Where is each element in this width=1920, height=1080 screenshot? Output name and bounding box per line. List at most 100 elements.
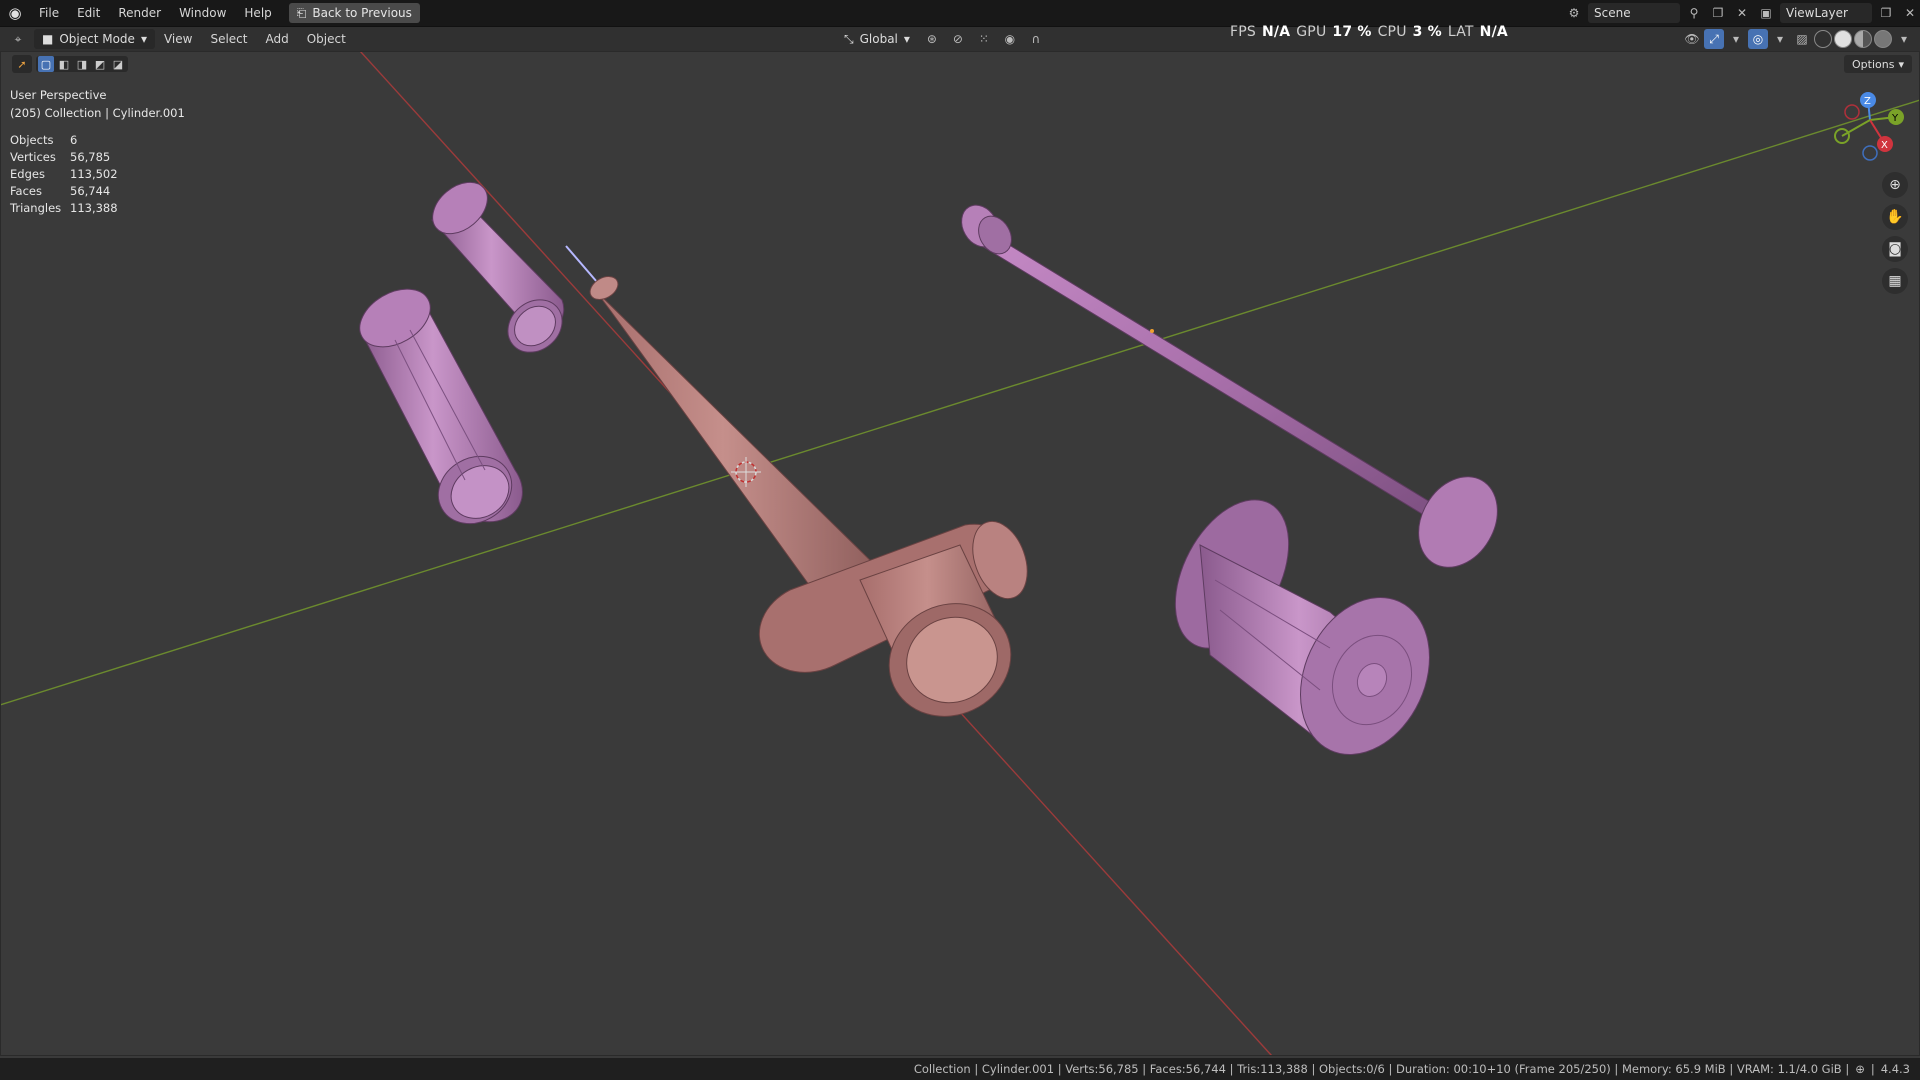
gpu-value: 17 %: [1332, 24, 1372, 40]
camera-view-icon[interactable]: ◙: [1882, 236, 1908, 262]
falloff-icon[interactable]: ∩: [1026, 29, 1046, 49]
stat-value: 113,388: [70, 201, 118, 215]
back-to-previous-button[interactable]: ⎗ Back to Previous: [288, 3, 420, 23]
menu-object[interactable]: Object: [298, 32, 355, 46]
view-layer-name: ViewLayer: [1786, 6, 1848, 20]
menu-help[interactable]: Help: [235, 0, 280, 26]
gpu-label: GPU: [1296, 24, 1327, 40]
fps-label: FPS: [1230, 24, 1256, 40]
stat-label: Edges: [10, 167, 45, 181]
gizmo-toggle-icon[interactable]: ⤢: [1704, 29, 1724, 49]
chevron-down-icon[interactable]: ▾: [1894, 29, 1914, 49]
object-mode-icon: ■: [42, 32, 54, 46]
menu-render[interactable]: Render: [109, 0, 170, 26]
scene-type-icon[interactable]: ⚙: [1564, 3, 1584, 23]
grip-cylinder-object[interactable]: [350, 277, 524, 536]
navigation-gizmo[interactable]: Z Y X: [1834, 92, 1904, 161]
options-dropdown[interactable]: Options ▾: [1844, 55, 1912, 73]
collection-label: (205) Collection | Cylinder.001: [10, 106, 185, 120]
gizmo-z-label: Z: [1864, 96, 1871, 107]
back-to-previous-label: Back to Previous: [312, 6, 412, 20]
menu-edit[interactable]: Edit: [68, 0, 109, 26]
perspective-label: User Perspective: [10, 88, 107, 102]
viewport-3d[interactable]: Z Y X: [0, 51, 1920, 1056]
orientation-label: Global: [859, 32, 898, 46]
navigation-buttons: ⊕ ✋ ◙ ▦: [1882, 172, 1908, 294]
new-scene-icon[interactable]: ❐: [1708, 3, 1728, 23]
pivot-icon[interactable]: ⊛: [922, 29, 942, 49]
stat-label: Objects: [10, 133, 54, 147]
chevron-down-icon[interactable]: ▾: [1726, 29, 1746, 49]
globe-icon: ⊕: [1855, 1062, 1865, 1076]
stat-row: Triangles 113,388: [10, 200, 118, 217]
pin-icon[interactable]: ⚲: [1684, 3, 1704, 23]
select-invert-icon[interactable]: ◩: [92, 56, 108, 72]
viewport-info-overlay: User Perspective (205) Collection | Cyli…: [10, 86, 185, 122]
back-icon: ⎗: [296, 5, 307, 20]
select-tool-row: ➚ ▢ ◧ ◨ ◩ ◪: [12, 55, 128, 73]
select-new-icon[interactable]: ▢: [38, 56, 54, 72]
visibility-icon[interactable]: 👁: [1682, 29, 1702, 49]
hand-pan-icon[interactable]: ✋: [1882, 204, 1908, 230]
cpu-label: CPU: [1377, 24, 1407, 40]
material-shading-icon[interactable]: [1854, 30, 1872, 48]
stat-row: Faces 56,744: [10, 183, 118, 200]
menu-view[interactable]: View: [155, 32, 201, 46]
snap-increment-icon[interactable]: ⁙: [974, 29, 994, 49]
ortho-grid-icon[interactable]: ▦: [1882, 268, 1908, 294]
stat-value: 56,785: [70, 150, 111, 164]
select-subtract-icon[interactable]: ◨: [74, 56, 90, 72]
delete-scene-icon[interactable]: ✕: [1732, 3, 1752, 23]
wireframe-shading-icon[interactable]: [1814, 30, 1832, 48]
menu-window[interactable]: Window: [170, 0, 235, 26]
stat-value: 56,744: [70, 184, 111, 198]
orientation-icon: ⤡: [844, 31, 854, 46]
xray-toggle-icon[interactable]: ▨: [1792, 29, 1812, 49]
transform-tools: ⤡ Global ▾ ⊛ ⊘ ⁙ ◉ ∩: [838, 29, 1046, 49]
mode-label: Object Mode: [59, 32, 135, 46]
editor-type-icon[interactable]: ⌖: [8, 29, 28, 49]
top-menu-bar: ◉ File Edit Render Window Help ⎗ Back to…: [0, 0, 1920, 27]
solid-shading-icon[interactable]: [1834, 30, 1852, 48]
stat-label: Triangles: [10, 201, 62, 215]
scene-name: Scene: [1594, 6, 1631, 20]
select-intersect-icon[interactable]: ◪: [110, 56, 126, 72]
stat-row: Vertices 56,785: [10, 149, 118, 166]
rendered-shading-icon[interactable]: [1874, 30, 1892, 48]
view-layer-icon[interactable]: ▣: [1756, 3, 1776, 23]
viewport-display-tools: 👁 ⤢ ▾ ◎ ▾ ▨ ▾: [1682, 29, 1914, 49]
version-label: 4.4.3: [1880, 1062, 1910, 1076]
menu-add[interactable]: Add: [256, 32, 297, 46]
stat-row: Objects 6: [10, 132, 118, 149]
cpu-value: 3 %: [1412, 24, 1442, 40]
menu-file[interactable]: File: [30, 0, 68, 26]
mode-dropdown[interactable]: ■ Object Mode ▾: [34, 29, 155, 49]
stat-value: 6: [70, 133, 78, 147]
scene-field[interactable]: Scene: [1588, 3, 1680, 23]
lat-label: LAT: [1447, 24, 1474, 40]
syringe-barrel-object[interactable]: [586, 272, 1037, 736]
chevron-down-icon[interactable]: ▾: [1770, 29, 1790, 49]
new-view-layer-icon[interactable]: ❐: [1876, 3, 1896, 23]
cursor-tool-icon[interactable]: ➚: [12, 55, 32, 73]
stat-label: Vertices: [10, 150, 56, 164]
zoom-icon[interactable]: ⊕: [1882, 172, 1908, 198]
stat-label: Faces: [10, 184, 42, 198]
select-extend-icon[interactable]: ◧: [56, 56, 72, 72]
gizmo-y-label: Y: [1891, 113, 1899, 124]
needle-object[interactable]: [565, 245, 598, 283]
small-cylinder-object[interactable]: [423, 172, 573, 363]
overlays-toggle-icon[interactable]: ◎: [1748, 29, 1768, 49]
status-bar: Collection | Cylinder.001 | Verts:56,785…: [0, 1058, 1920, 1080]
plunger-cap-object[interactable]: [1152, 481, 1454, 776]
proportional-edit-icon[interactable]: ◉: [1000, 29, 1020, 49]
blender-logo-icon[interactable]: ◉: [0, 4, 30, 22]
orientation-dropdown[interactable]: ⤡ Global ▾: [838, 29, 916, 49]
snap-icon[interactable]: ⊘: [948, 29, 968, 49]
chevron-down-icon: ▾: [1898, 57, 1904, 71]
menu-select[interactable]: Select: [201, 32, 256, 46]
fps-value: N/A: [1261, 24, 1291, 40]
delete-view-layer-icon[interactable]: ✕: [1900, 3, 1920, 23]
viewport-header: ⌖ ■ Object Mode ▾ View Select Add Object…: [0, 27, 1920, 51]
view-layer-field[interactable]: ViewLayer: [1780, 3, 1872, 23]
